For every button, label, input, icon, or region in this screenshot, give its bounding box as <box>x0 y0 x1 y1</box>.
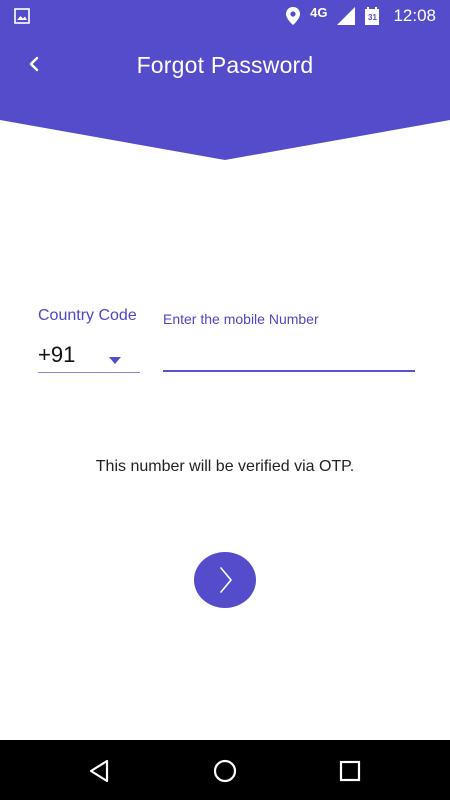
page-title: Forgot Password <box>136 52 314 78</box>
location-pin-icon <box>286 7 301 25</box>
otp-hint-text: This number will be verified via OTP. <box>95 458 355 475</box>
calendar-icon: 31 <box>365 7 380 25</box>
clock: 12:08 <box>393 6 436 25</box>
next-button[interactable] <box>194 552 256 608</box>
app-header: Forgot Password <box>0 32 450 160</box>
mobile-number-label: Enter the mobile Number <box>163 311 319 327</box>
recents-square-icon[interactable] <box>337 758 363 784</box>
country-code-value: +91 <box>38 342 76 367</box>
signal-icon <box>337 7 356 25</box>
image-icon <box>14 8 30 24</box>
country-code-label: Country Code <box>38 307 137 324</box>
caret-down-icon <box>109 351 121 369</box>
chevron-right-icon <box>220 567 232 593</box>
status-bar: 4G 31 12:08 <box>0 0 450 32</box>
network-type: 4G <box>310 4 328 20</box>
navigation-bar <box>0 740 450 800</box>
country-code-dropdown[interactable]: +91 <box>38 340 140 373</box>
mobile-number-input[interactable] <box>163 340 415 372</box>
home-circle-icon[interactable] <box>212 758 238 784</box>
calendar-day: 31 <box>368 13 377 22</box>
back-triangle-icon[interactable] <box>87 758 113 784</box>
